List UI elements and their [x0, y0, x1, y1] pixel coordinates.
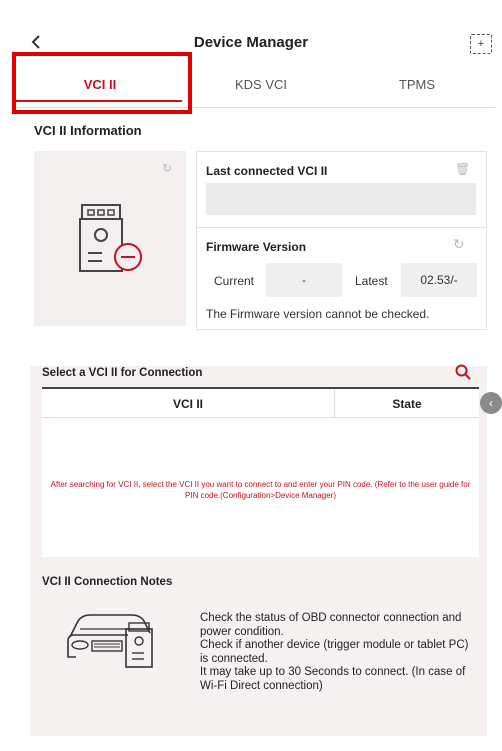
- expand-icon: +: [477, 38, 485, 50]
- side-scroll-handle[interactable]: ‹: [480, 392, 502, 414]
- note-line-1: Check the status of OBD connector connec…: [200, 612, 462, 638]
- firmware-message: The Firmware version cannot be checked.: [206, 307, 430, 321]
- expand-button[interactable]: +: [470, 34, 492, 54]
- page-title: Device Manager: [193, 34, 309, 51]
- vci-disconnected-icon: [79, 204, 142, 272]
- last-connected-panel: Last connected VCI II 🗑: [196, 151, 487, 228]
- table-header-vci: VCI II: [172, 397, 203, 411]
- highlight-box: [12, 52, 192, 114]
- current-label: Current: [214, 274, 255, 288]
- info-section-title: VCI II Information: [34, 123, 142, 138]
- delete-icon[interactable]: 🗑: [455, 162, 470, 176]
- note-line-3: It may take up to 30 Seconds to connect.…: [200, 666, 466, 692]
- tab-tpms[interactable]: TPMS: [339, 62, 495, 108]
- tab-kds-vci[interactable]: KDS VCI: [183, 62, 339, 108]
- note-line-2: Check if another device (trigger module …: [200, 639, 469, 665]
- connection-notes: Check the status of OBD connector connec…: [188, 612, 473, 693]
- refresh-icon[interactable]: ↻: [162, 161, 172, 175]
- latest-label: Latest: [355, 274, 388, 288]
- current-value: -: [266, 263, 342, 297]
- car-obd-icon: [67, 614, 153, 668]
- vci-table: VCI II State After searching for VCI II,…: [42, 389, 479, 557]
- firmware-panel: Firmware Version ↻ Current - Latest 02.5…: [196, 228, 487, 330]
- firmware-label: Firmware Version: [206, 240, 307, 254]
- connection-section-title: Select a VCI II for Connection: [42, 367, 203, 379]
- last-connected-value: [206, 183, 476, 215]
- search-icon[interactable]: [455, 364, 471, 380]
- device-manager-screen: Device Manager + VCI II KDS VCI TPMS VCI…: [0, 0, 502, 751]
- table-header-state: State: [392, 397, 422, 411]
- table-header-line: [42, 417, 479, 418]
- notes-section-title: VCI II Connection Notes: [42, 576, 173, 588]
- latest-value: 02.53/-: [401, 263, 477, 297]
- last-connected-label: Last connected VCI II: [206, 164, 328, 178]
- vci-device-panel: ↻: [34, 151, 186, 326]
- table-empty-message: After searching for VCI II, select the V…: [50, 480, 471, 500]
- firmware-update-icon[interactable]: ↻: [453, 236, 465, 253]
